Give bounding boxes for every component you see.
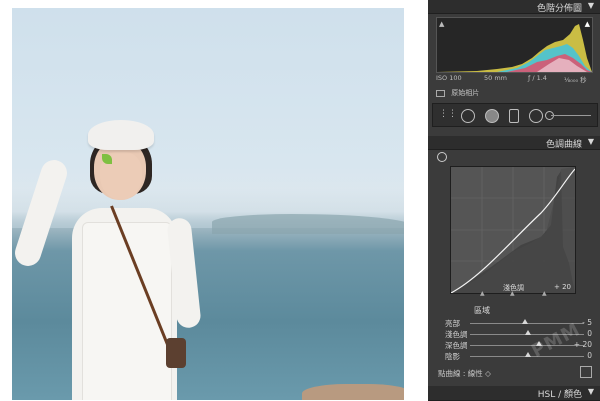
region-value[interactable]: 0 bbox=[587, 329, 592, 338]
point-curve-select[interactable]: 點曲線 : 線性 ◇ bbox=[438, 368, 491, 379]
develop-panel: 色階分佈圖 ▼ ▲ ▲ ISO 100 50 mm ƒ / 1.4 ¹⁄₈₀₀₀… bbox=[428, 0, 600, 401]
exif-focal: 50 mm bbox=[484, 74, 508, 82]
subject-hat bbox=[88, 120, 154, 150]
spot-removal-icon[interactable] bbox=[485, 109, 499, 123]
bag bbox=[166, 338, 186, 368]
histogram[interactable]: ▲ ▲ bbox=[436, 17, 593, 73]
histogram-title: 色階分佈圖 bbox=[536, 4, 582, 14]
point-curve-label: 點曲線 : 線性 ◇ bbox=[438, 369, 491, 378]
histogram-graph bbox=[437, 24, 592, 72]
region-value[interactable]: 0 bbox=[587, 351, 592, 360]
tone-curve-header[interactable]: 色調曲線 ▼ bbox=[428, 136, 600, 150]
collapse-triangle-icon[interactable]: ▼ bbox=[588, 387, 594, 396]
curve-region-value: + 20 bbox=[554, 283, 571, 291]
target-adjust-icon[interactable] bbox=[437, 152, 447, 162]
photo-image[interactable] bbox=[12, 8, 404, 400]
tone-curve-graph[interactable]: 淺色調 + 20 bbox=[450, 166, 576, 294]
point-curve-edit-icon[interactable] bbox=[580, 366, 592, 378]
exif-aperture: ƒ / 1.4 bbox=[528, 74, 547, 82]
leaf bbox=[102, 154, 112, 164]
split-handle-2-icon[interactable]: ▲ bbox=[510, 290, 515, 297]
photo-preview-area bbox=[0, 0, 428, 400]
tone-curve-title: 色調曲線 bbox=[545, 140, 582, 150]
region-slider-thumb[interactable] bbox=[525, 330, 531, 335]
collapse-triangle-icon[interactable]: ▼ bbox=[588, 137, 594, 146]
radial-filter-icon[interactable] bbox=[529, 109, 543, 123]
region-slider-thumb[interactable] bbox=[522, 319, 528, 324]
original-photo-checkbox[interactable] bbox=[436, 89, 445, 97]
grid-overlay-icon[interactable]: ⋮⋮ bbox=[439, 109, 457, 121]
histogram-header[interactable]: 色階分佈圖 ▼ bbox=[428, 0, 600, 14]
graduated-filter-icon[interactable] bbox=[509, 109, 519, 123]
region-label: 淺色調 bbox=[445, 330, 468, 339]
subject-left-arm bbox=[12, 156, 71, 270]
tool-strip: ⋮⋮ bbox=[432, 103, 598, 127]
split-handle-1-icon[interactable]: ▲ bbox=[480, 290, 485, 297]
region-value[interactable]: - 5 bbox=[582, 318, 592, 327]
region-row-shadows[interactable]: 陰影 0 bbox=[428, 351, 600, 362]
split-handle-3-icon[interactable]: ▲ bbox=[542, 290, 547, 297]
hsl-header[interactable]: HSL / 顏色 ▼ bbox=[428, 386, 600, 401]
exif-iso: ISO 100 bbox=[436, 74, 462, 82]
exif-shutter: ¹⁄₈₀₀₀ 秒 bbox=[564, 76, 587, 84]
portrait-subject bbox=[12, 8, 404, 400]
region-label: 深色調 bbox=[445, 341, 468, 350]
region-slider-thumb[interactable] bbox=[525, 352, 531, 357]
shadow-clipping-icon[interactable]: ▲ bbox=[439, 20, 444, 28]
hsl-title: HSL / 顏色 bbox=[537, 390, 582, 400]
original-photo-toggle[interactable]: 原始相片 bbox=[436, 88, 479, 98]
crop-tool-icon[interactable] bbox=[461, 109, 475, 123]
original-photo-label: 原始相片 bbox=[451, 89, 480, 97]
region-label: 陰影 bbox=[445, 352, 460, 361]
tone-curve-svg bbox=[451, 167, 575, 293]
regions-title: 區域 bbox=[474, 306, 490, 315]
collapse-triangle-icon[interactable]: ▼ bbox=[588, 1, 594, 10]
region-label: 亮部 bbox=[445, 319, 460, 328]
split-point-bar: ▲ ▲ ▲ bbox=[450, 290, 574, 297]
highlight-clipping-icon[interactable]: ▲ bbox=[585, 20, 590, 28]
brush-slider[interactable] bbox=[551, 115, 591, 116]
exif-info: ISO 100 50 mm ƒ / 1.4 ¹⁄₈₀₀₀ 秒 bbox=[436, 74, 594, 84]
